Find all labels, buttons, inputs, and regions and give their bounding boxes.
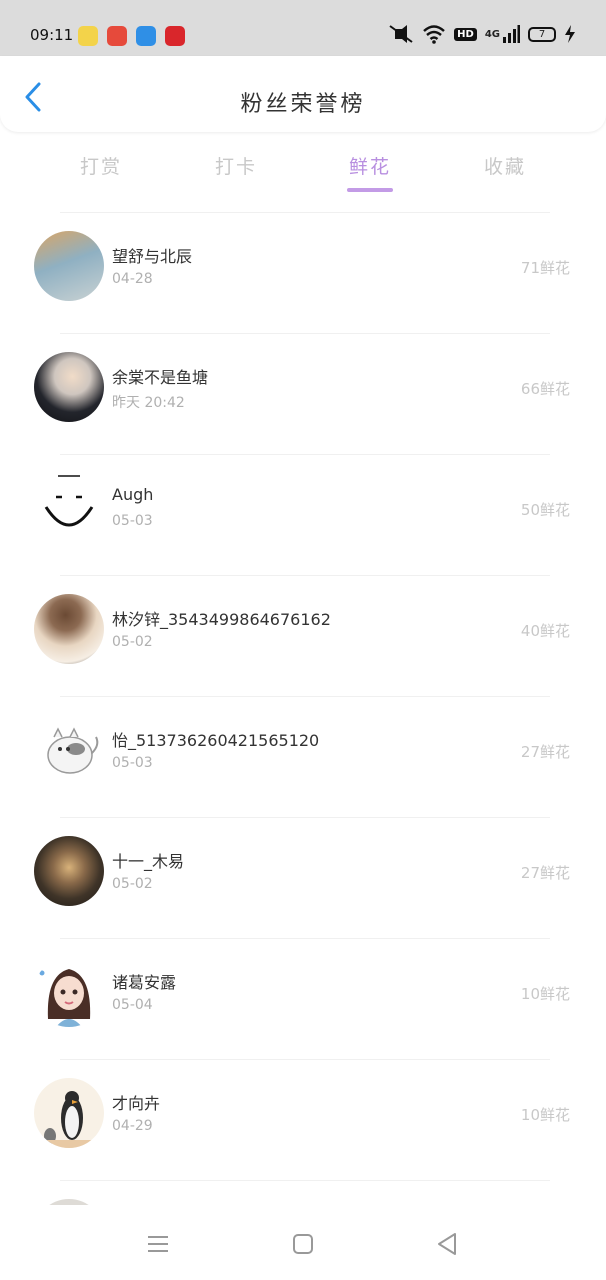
flower-count: 71鲜花 xyxy=(520,259,570,277)
fan-name: 十一_木易 xyxy=(112,852,185,871)
fan-date: 05-03 xyxy=(112,755,153,771)
back-nav-button[interactable] xyxy=(432,1229,462,1259)
avatar xyxy=(34,715,104,785)
list-item[interactable]: 十一_木易 05-02 27鲜花 xyxy=(0,818,606,939)
fan-list: 望舒与北辰 04-28 71鲜花 余棠不是鱼塘 昨天 20:42 66鲜花 Au… xyxy=(0,213,606,1241)
penguin-icon xyxy=(34,1091,104,1148)
header: 粉丝荣誉榜 xyxy=(0,56,606,132)
fan-date: 05-02 xyxy=(112,634,153,650)
flower-count: 50鲜花 xyxy=(520,501,570,519)
hd-badge: HD xyxy=(454,27,477,41)
game-controller-icon xyxy=(107,26,127,46)
list-item[interactable]: 余棠不是鱼塘 昨天 20:42 66鲜花 xyxy=(0,334,606,455)
home-icon xyxy=(293,1234,313,1254)
list-item[interactable]: 怡_513736260421565120 05-03 27鲜花 xyxy=(0,697,606,818)
smiley-icon xyxy=(44,475,94,527)
fan-date: 04-28 xyxy=(112,271,153,287)
avatar xyxy=(34,231,104,301)
menu-button[interactable] xyxy=(143,1229,173,1259)
battery-icon: 7 xyxy=(528,26,556,42)
fan-name: 余棠不是鱼塘 xyxy=(112,368,209,387)
flower-count: 66鲜花 xyxy=(520,380,570,398)
fan-name: 诸葛安露 xyxy=(112,973,177,992)
fan-date: 昨天 20:42 xyxy=(112,395,185,411)
tab-indicator xyxy=(347,188,393,192)
tab-checkin[interactable]: 打卡 xyxy=(196,152,276,179)
fan-date: 05-02 xyxy=(112,876,153,892)
avatar xyxy=(34,473,104,543)
girl-illustration-icon xyxy=(39,969,91,1027)
fan-date: 04-29 xyxy=(112,1118,153,1134)
tab-flowers[interactable]: 鲜花 xyxy=(330,152,410,179)
avatar xyxy=(34,594,104,664)
list-item[interactable]: 望舒与北辰 04-28 71鲜花 xyxy=(0,213,606,334)
network-label: 4G xyxy=(484,28,500,40)
page-title: 粉丝荣誉榜 xyxy=(240,92,366,117)
avatar xyxy=(34,957,104,1027)
flower-count: 40鲜花 xyxy=(520,622,570,640)
fan-name: 怡_513736260421565120 xyxy=(112,731,320,750)
flower-count: 27鲜花 xyxy=(520,743,570,761)
navigation-bar xyxy=(0,1205,606,1280)
status-bar: 09:11 HD 4G 7 xyxy=(0,0,606,56)
wifi-icon xyxy=(422,24,446,44)
avatar xyxy=(34,352,104,422)
back-triangle-icon xyxy=(438,1233,456,1255)
fan-name: 望舒与北辰 xyxy=(112,247,193,266)
list-item[interactable]: Augh 05-03 50鲜花 xyxy=(0,455,606,576)
list-item[interactable]: 林汐锌_3543499864676162 05-02 40鲜花 xyxy=(0,576,606,697)
tab-bar: 打赏 打卡 鲜花 收藏 xyxy=(0,146,606,196)
charging-icon xyxy=(564,25,576,43)
tab-reward[interactable]: 打赏 xyxy=(61,152,141,179)
fan-name: 才向卉 xyxy=(112,1094,161,1113)
fan-name: 林汐锌_3543499864676162 xyxy=(112,610,331,629)
list-item[interactable]: 才向卉 04-29 10鲜花 xyxy=(0,1060,606,1181)
fan-name: Augh xyxy=(112,485,154,504)
signal-icon: 4G xyxy=(485,25,520,43)
mute-vibrate-icon xyxy=(388,24,414,44)
avatar xyxy=(34,1078,104,1148)
fan-date: 05-04 xyxy=(112,997,153,1013)
news-app-icon xyxy=(165,26,185,46)
avatar xyxy=(34,836,104,906)
app-icon-yellow xyxy=(78,26,98,46)
flower-count: 27鲜花 xyxy=(520,864,570,882)
browser-icon xyxy=(136,26,156,46)
cat-icon xyxy=(47,727,99,774)
fan-date: 05-03 xyxy=(112,513,153,529)
list-item[interactable]: 诸葛安露 05-04 10鲜花 xyxy=(0,939,606,1060)
menu-icon xyxy=(148,1236,168,1252)
status-time: 09:11 xyxy=(30,26,74,44)
tab-favorites[interactable]: 收藏 xyxy=(465,152,545,179)
flower-count: 10鲜花 xyxy=(520,1106,570,1124)
flower-count: 10鲜花 xyxy=(520,985,570,1003)
home-button[interactable] xyxy=(288,1229,318,1259)
